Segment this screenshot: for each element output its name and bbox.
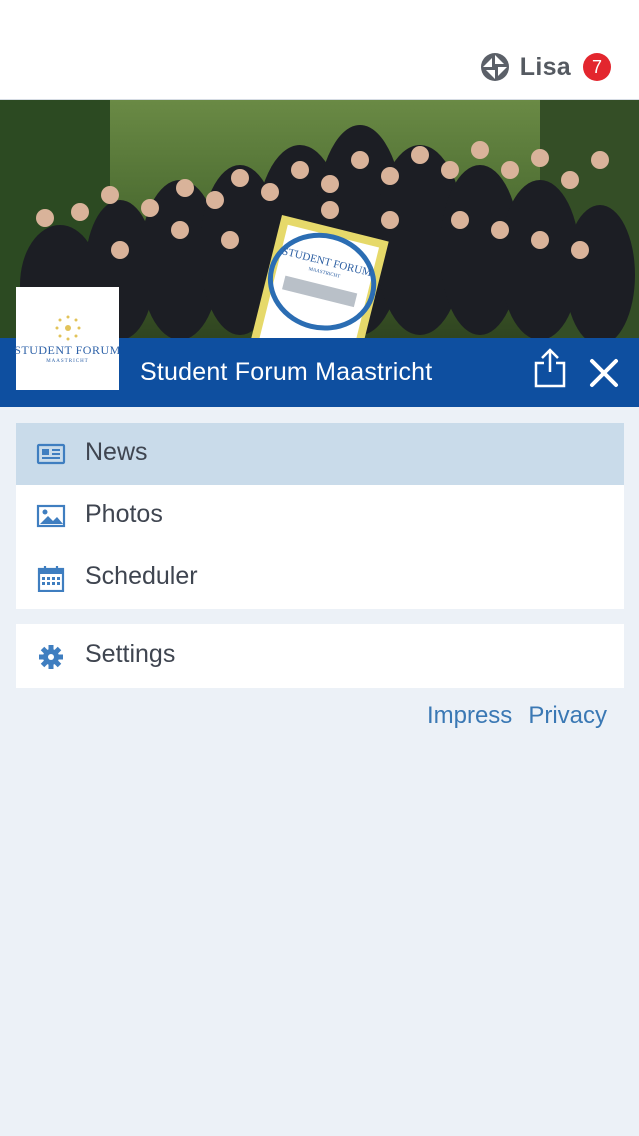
- user-profile-button[interactable]: Lisa 7: [480, 50, 611, 84]
- menu-item-settings[interactable]: Settings: [16, 624, 624, 688]
- club-name: Student Forum Maastricht: [140, 358, 433, 386]
- gear-icon: [39, 645, 63, 669]
- newspaper-icon: [36, 443, 66, 465]
- share-icon[interactable]: [533, 348, 567, 388]
- menu-item-scheduler[interactable]: Scheduler: [16, 547, 624, 609]
- calendar-icon: [37, 566, 65, 592]
- menu-item-label: Scheduler: [85, 562, 198, 590]
- privacy-link[interactable]: Privacy: [528, 702, 607, 730]
- main-menu: News Photos Scheduler: [16, 423, 624, 609]
- sun-logo-icon: [55, 315, 80, 341]
- club-logo-line1: STUDENT FORUM: [14, 343, 121, 357]
- club-logo-line2: MAASTRICHT: [46, 359, 89, 364]
- user-name: Lisa: [519, 52, 571, 81]
- menu-item-news[interactable]: News: [16, 423, 624, 485]
- notification-badge[interactable]: 7: [583, 53, 611, 81]
- footer-links: Impress Privacy: [427, 702, 607, 730]
- image-icon: [36, 504, 66, 528]
- app-logo-icon: [480, 53, 509, 81]
- club-logo: STUDENT FORUM MAASTRICHT: [14, 287, 121, 390]
- menu-item-photos[interactable]: Photos: [16, 485, 624, 547]
- menu-item-label: Settings: [85, 640, 176, 668]
- impress-link[interactable]: Impress: [427, 702, 512, 730]
- menu-item-label: Photos: [85, 500, 163, 528]
- settings-menu: Settings: [16, 624, 624, 688]
- top-bar: Lisa 7: [0, 0, 639, 100]
- menu-item-label: News: [85, 438, 148, 466]
- close-icon[interactable]: [588, 357, 620, 389]
